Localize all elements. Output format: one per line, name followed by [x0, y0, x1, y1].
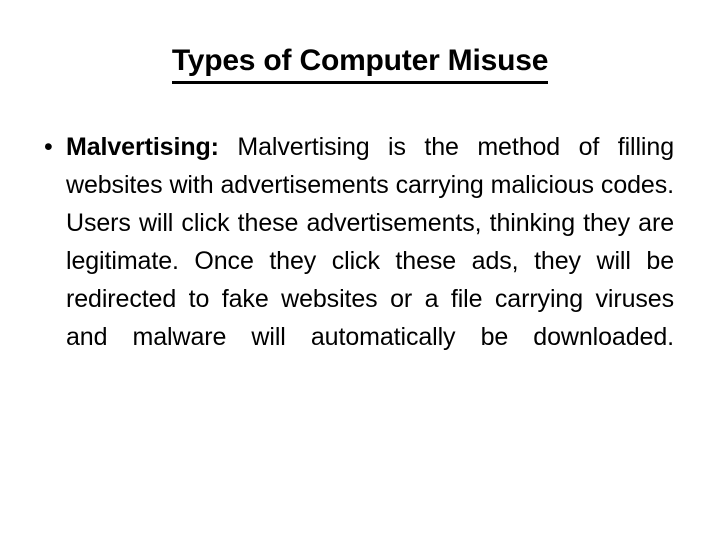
page-title-text: Types of Computer Misuse	[171, 44, 548, 84]
list-item-term: Malvertising:	[66, 133, 219, 161]
bullet-point-icon: •	[44, 133, 53, 161]
list-item-description: Malvertising is the method of filling we…	[66, 133, 674, 351]
slide-canvas: Types of Computer Misuse • Malvertising: …	[0, 0, 720, 540]
list-item: • Malvertising: Malvertising is the metho…	[40, 128, 674, 394]
page-title: Types of Computer Misuse	[0, 44, 720, 84]
slide-body: • Malvertising: Malvertising is the metho…	[40, 128, 674, 394]
